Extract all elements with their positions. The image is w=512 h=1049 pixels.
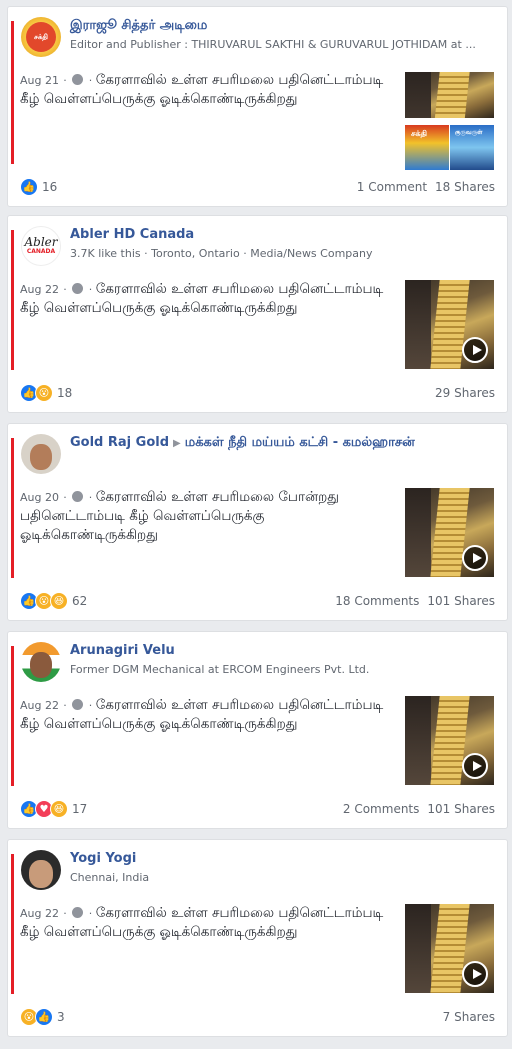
reaction-count[interactable]: 62 — [72, 594, 87, 608]
post-video[interactable] — [405, 904, 494, 993]
thumb-label: சக்தி — [411, 129, 428, 138]
post-card: Abler CANADA Abler HD Canada 3.7K like t… — [7, 215, 508, 413]
share-count[interactable]: 7 Shares — [443, 1010, 495, 1024]
post-date[interactable]: Aug 21 — [20, 74, 59, 87]
reaction-count[interactable]: 16 — [42, 180, 57, 194]
reactions[interactable]: 😮 👍 — [20, 1008, 53, 1026]
like-icon: 👍 — [20, 178, 38, 196]
reactions[interactable]: 👍 😮 — [20, 384, 53, 402]
reactions[interactable]: 👍 😮 😆 — [20, 592, 68, 610]
post-body[interactable]: Aug 22 · · கேரளாவில் உள்ள சபரிமலை பதினெட… — [20, 904, 392, 942]
post-body[interactable]: Aug 22 · · கேரளாவில் உள்ள சபரிமலை பதினெட… — [20, 280, 392, 318]
haha-icon: 😆 — [50, 800, 68, 818]
comment-count[interactable]: 2 Comments — [343, 802, 420, 816]
author-name[interactable]: Arunagiri Velu — [70, 642, 495, 660]
avatar[interactable]: Abler CANADA — [21, 226, 61, 266]
globe-icon — [72, 699, 84, 710]
play-icon[interactable] — [462, 545, 488, 571]
author-name[interactable]: இராஜூ சித்தர் அடிமை — [70, 17, 495, 35]
author-name-line: Gold Raj Gold ▶ மக்கள் நீதி மய்யம் கட்சி -… — [70, 434, 495, 453]
post-body[interactable]: Aug 21 · · கேரளாவில் உள்ள சபரிமலை பதினெட… — [20, 71, 392, 109]
reaction-count[interactable]: 18 — [57, 386, 72, 400]
comment-count[interactable]: 18 Comments — [335, 594, 419, 608]
post-video[interactable] — [405, 696, 494, 785]
post-card: சக்தி இராஜூ சித்தர் அடிமை Editor and Pub… — [7, 6, 508, 207]
author-subtitle: Editor and Publisher : THIRUVARUL SAKTHI… — [70, 38, 476, 51]
post-video[interactable] — [405, 280, 494, 369]
post-date[interactable]: Aug 22 — [20, 907, 59, 920]
post-date[interactable]: Aug 22 — [20, 283, 59, 296]
post-body[interactable]: Aug 22 · · கேரளாவில் உள்ள சபரிமலை பதினெட… — [20, 696, 392, 734]
author-name[interactable]: Gold Raj Gold — [70, 435, 169, 450]
target-page[interactable]: மக்கள் நீதி மய்யம் கட்சி - கமல்ஹாசன் — [185, 435, 415, 450]
author-subtitle: Former DGM Mechanical at ERCOM Engineers… — [70, 663, 370, 676]
author-subtitle: Chennai, India — [70, 871, 150, 884]
post-date[interactable]: Aug 22 — [20, 699, 59, 712]
wow-icon: 😮 — [35, 384, 53, 402]
share-count[interactable]: 18 Shares — [435, 180, 495, 194]
share-count[interactable]: 101 Shares — [427, 594, 495, 608]
post-image-secondary[interactable]: சக்தி குருவருள் — [405, 125, 494, 170]
play-icon[interactable] — [462, 337, 488, 363]
avatar[interactable] — [21, 850, 61, 890]
share-count[interactable]: 29 Shares — [435, 386, 495, 400]
reaction-count[interactable]: 3 — [57, 1010, 65, 1024]
like-icon: 👍 — [35, 1008, 53, 1026]
avatar[interactable] — [21, 434, 61, 474]
reaction-count[interactable]: 17 — [72, 802, 87, 816]
post-date[interactable]: Aug 20 — [20, 491, 59, 504]
author-name[interactable]: Yogi Yogi — [70, 850, 495, 868]
post-video[interactable] — [405, 488, 494, 577]
globe-icon — [72, 74, 84, 85]
author-name[interactable]: Abler HD Canada — [70, 226, 495, 244]
globe-icon — [72, 283, 84, 294]
post-card: Arunagiri Velu Former DGM Mechanical at … — [7, 631, 508, 829]
reactions[interactable]: 👍 — [20, 178, 38, 196]
avatar[interactable] — [21, 642, 61, 682]
haha-icon: 😆 — [50, 592, 68, 610]
avatar-logo-text: சக்தி — [33, 32, 49, 41]
share-count[interactable]: 101 Shares — [427, 802, 495, 816]
comment-count[interactable]: 1 Comment — [357, 180, 427, 194]
thumb-label: குருவருள் — [455, 129, 483, 136]
post-image[interactable] — [405, 72, 494, 118]
caret-right-icon: ▶ — [173, 438, 181, 449]
play-icon[interactable] — [462, 753, 488, 779]
avatar-logo-subtext: CANADA — [26, 248, 56, 255]
avatar-logo-text: Abler — [24, 235, 58, 249]
post-body[interactable]: Aug 20 · · கேரளாவில் உள்ள சபரிமலை போன்றத… — [20, 488, 392, 545]
author-subtitle: 3.7K like this · Toronto, Ontario · Medi… — [70, 247, 373, 260]
post-card: Yogi Yogi Chennai, India Aug 22 · · கேரள… — [7, 839, 508, 1037]
globe-icon — [72, 907, 84, 918]
post-card: Gold Raj Gold ▶ மக்கள் நீதி மய்யம் கட்சி -… — [7, 423, 508, 621]
reactions[interactable]: 👍 ♥ 😆 — [20, 800, 68, 818]
play-icon[interactable] — [462, 961, 488, 987]
avatar[interactable]: சக்தி — [21, 17, 61, 57]
globe-icon — [72, 491, 84, 502]
